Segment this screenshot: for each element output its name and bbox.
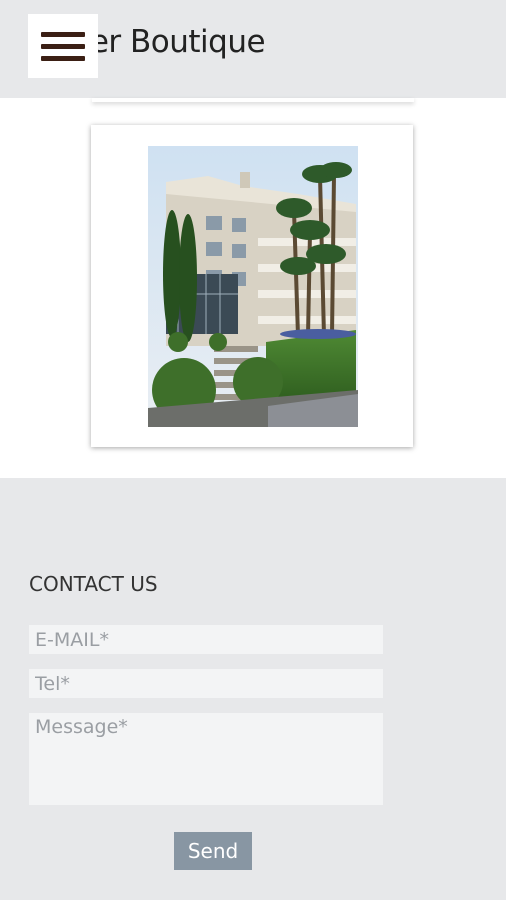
email-field[interactable] bbox=[29, 625, 383, 654]
message-field[interactable] bbox=[29, 713, 383, 805]
hotel-photo-illustration bbox=[148, 146, 358, 427]
app-header: ver Boutique bbox=[0, 0, 506, 98]
divider bbox=[92, 98, 414, 102]
contact-heading: CONTACT US bbox=[29, 572, 158, 596]
tel-field[interactable] bbox=[29, 669, 383, 698]
hotel-photo bbox=[148, 146, 358, 427]
menu-button[interactable] bbox=[28, 14, 98, 78]
contact-section: CONTACT US Send bbox=[0, 478, 506, 900]
gallery-section bbox=[0, 98, 506, 478]
hamburger-icon-bar-middle bbox=[41, 43, 85, 49]
hamburger-icon-bar-bottom bbox=[41, 55, 85, 61]
photo-frame[interactable] bbox=[91, 125, 413, 447]
hamburger-icon-bar-top bbox=[41, 31, 85, 37]
send-button[interactable]: Send bbox=[174, 832, 252, 870]
site-title: ver Boutique bbox=[72, 24, 266, 60]
